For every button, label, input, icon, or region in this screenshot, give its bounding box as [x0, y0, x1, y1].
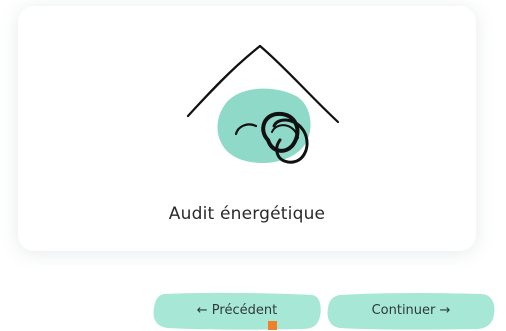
previous-button-label: ← Précédent	[196, 303, 278, 318]
house-energy-audit-icon	[186, 44, 340, 164]
continue-button[interactable]: Continuer →	[326, 292, 496, 330]
audit-energetique-card[interactable]: Audit énergétique	[18, 6, 476, 251]
previous-button[interactable]: ← Précédent	[152, 292, 322, 330]
cursor-indicator	[268, 321, 277, 330]
audit-selection-screen: Audit énergétique ← Précédent Continuer …	[0, 0, 506, 331]
card-title: Audit énergétique	[168, 204, 326, 224]
continue-button-label: Continuer →	[371, 303, 451, 318]
